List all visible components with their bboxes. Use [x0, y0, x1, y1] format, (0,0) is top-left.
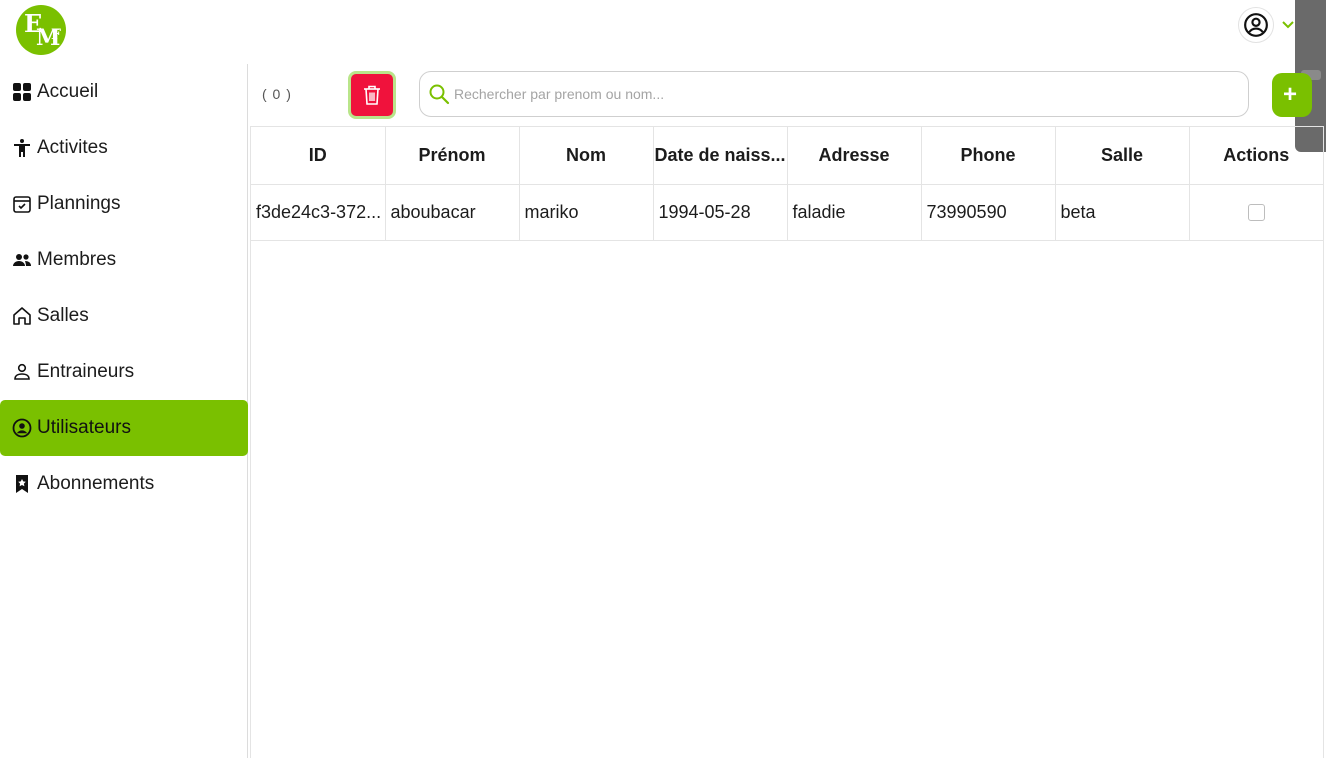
user-account-button[interactable]: [1238, 7, 1274, 43]
calendar-check-icon: [12, 194, 32, 214]
account-circle-icon: [1244, 13, 1268, 37]
column-header-id[interactable]: ID: [251, 127, 386, 185]
column-header-adresse[interactable]: Adresse: [787, 127, 922, 185]
cell-id: f3de24c3-372...: [251, 184, 386, 241]
sidebar-item-label: Plannings: [37, 193, 121, 214]
column-header-date[interactable]: Date de naiss...: [653, 127, 788, 185]
accessibility-person-icon: [12, 138, 32, 158]
sidebar-item-activites[interactable]: Activites: [0, 120, 248, 176]
search-input[interactable]: [454, 86, 1234, 102]
cell-adresse: faladie: [787, 184, 922, 241]
users-table: ID Prénom Nom Date de naiss... Adresse P…: [250, 126, 1324, 758]
sidebar-item-membres[interactable]: Membres: [0, 232, 248, 288]
home-icon: [12, 306, 32, 326]
sidebar-item-entraineurs[interactable]: Entraineurs: [0, 344, 248, 400]
cell-nom: mariko: [519, 184, 654, 241]
delete-button[interactable]: [348, 71, 396, 119]
column-header-prenom[interactable]: Prénom: [385, 127, 520, 185]
sidebar-item-label: Salles: [37, 305, 89, 326]
sidebar: Accueil Activites Plannings Membres Sall…: [0, 64, 248, 758]
sidebar-item-accueil[interactable]: Accueil: [0, 64, 248, 120]
cell-phone: 73990590: [921, 184, 1056, 241]
sidebar-item-label: Activites: [37, 137, 108, 158]
cell-date: 1994-05-28: [653, 184, 788, 241]
trash-icon: [364, 85, 380, 105]
search-icon: [429, 84, 450, 105]
column-header-phone[interactable]: Phone: [921, 127, 1056, 185]
account-circle-icon: [12, 418, 32, 438]
column-header-salle[interactable]: Salle: [1055, 127, 1190, 185]
sidebar-item-abonnements[interactable]: Abonnements: [0, 456, 248, 512]
sidebar-item-plannings[interactable]: Plannings: [0, 176, 248, 232]
group-people-icon: [12, 250, 32, 270]
logo-letter-f: F: [51, 27, 61, 43]
sidebar-item-label: Entraineurs: [37, 361, 135, 382]
chevron-down-icon[interactable]: [1280, 16, 1296, 32]
sidebar-item-label: Membres: [37, 249, 117, 270]
sidebar-item-salles[interactable]: Salles: [0, 288, 248, 344]
dashboard-grid-icon: [12, 82, 32, 102]
cell-salle: beta: [1055, 184, 1190, 241]
add-user-button[interactable]: +: [1272, 73, 1312, 117]
row-select-checkbox[interactable]: [1247, 204, 1265, 222]
cell-prenom: aboubacar: [385, 184, 520, 241]
sidebar-item-label: Abonnements: [37, 473, 155, 494]
table-row[interactable]: f3de24c3-372... aboubacar mariko 1994-05…: [251, 184, 1323, 241]
bookmark-star-icon: [12, 474, 32, 494]
column-header-actions: Actions: [1189, 127, 1323, 185]
table-header-row: ID Prénom Nom Date de naiss... Adresse P…: [251, 127, 1323, 185]
cell-actions: [1189, 184, 1323, 241]
app-logo[interactable]: E M F: [16, 5, 66, 55]
sidebar-item-label: Accueil: [37, 81, 99, 102]
person-outline-icon: [12, 362, 32, 382]
selection-count: ( 0 ): [262, 86, 292, 102]
search-bar: [419, 71, 1249, 117]
column-header-nom[interactable]: Nom: [519, 127, 654, 185]
sidebar-item-label: Utilisateurs: [37, 417, 131, 438]
sidebar-item-utilisateurs[interactable]: Utilisateurs: [0, 400, 248, 456]
